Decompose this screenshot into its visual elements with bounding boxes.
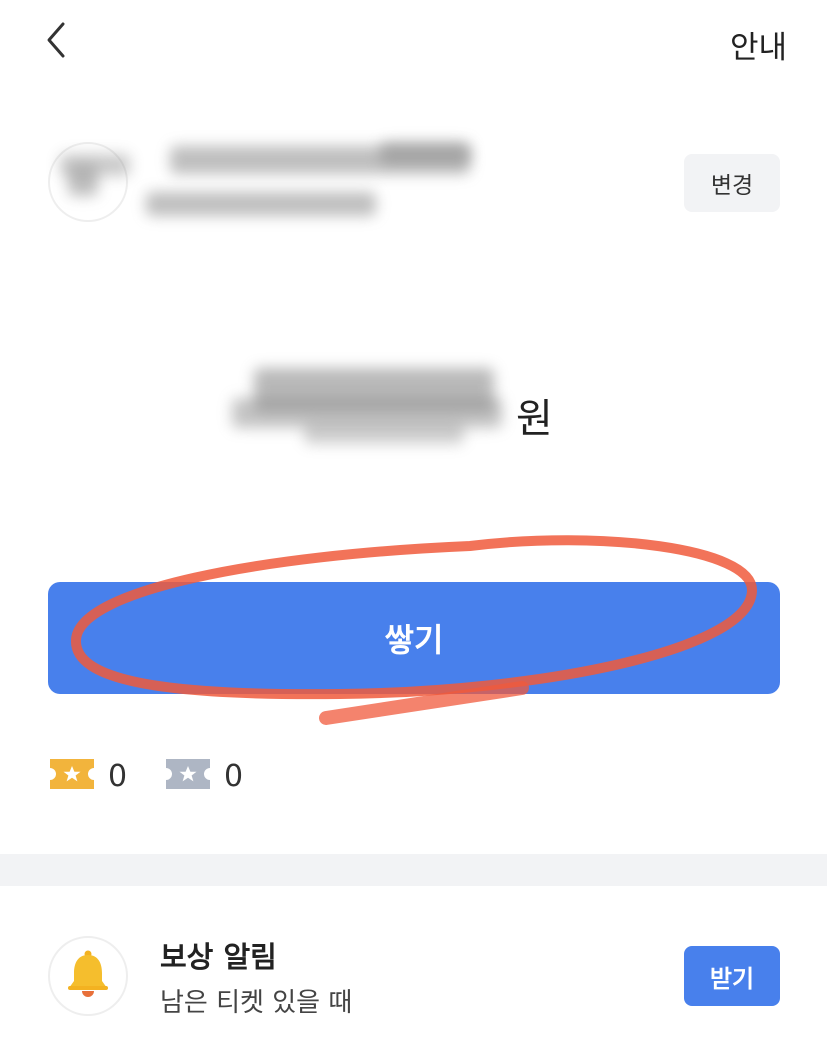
section-divider <box>0 854 827 886</box>
amount-redacted <box>224 348 514 468</box>
bell-icon <box>65 949 111 1003</box>
amount-unit: 원 <box>516 396 553 442</box>
chevron-left-icon <box>41 20 71 64</box>
gray-ticket-icon <box>166 759 210 793</box>
gray-ticket-count: 0 <box>166 758 243 794</box>
guide-link[interactable]: 안내 <box>730 22 787 67</box>
gray-ticket-count-value: 0 <box>224 758 244 794</box>
reward-notice-subtitle: 남은 티켓 있을 때 <box>160 988 353 1018</box>
reward-notice-title: 보상 알림 <box>160 940 277 974</box>
receive-button[interactable]: 받기 <box>684 946 780 1006</box>
save-button[interactable]: 쌓기 <box>48 582 780 694</box>
gold-ticket-count-value: 0 <box>108 758 128 794</box>
account-name-redacted <box>60 140 490 188</box>
change-account-button[interactable]: 변경 <box>684 154 780 212</box>
bell-avatar <box>48 936 128 1016</box>
gold-ticket-icon <box>50 759 94 793</box>
gold-ticket-count: 0 <box>50 758 127 794</box>
account-number-redacted <box>140 184 390 224</box>
back-button[interactable] <box>30 16 82 68</box>
